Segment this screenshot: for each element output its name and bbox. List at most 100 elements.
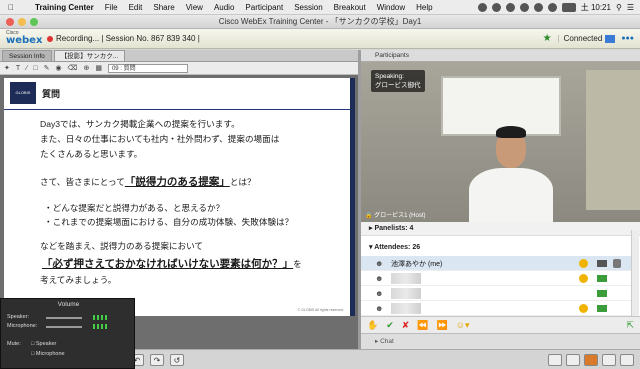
zoom-window-button[interactable]	[30, 18, 38, 26]
volume-icon[interactable]	[547, 2, 557, 12]
list-scrollbar[interactable]	[631, 230, 639, 316]
emoticon-menu-icon[interactable]: ☺▾	[456, 320, 470, 331]
search-icon[interactable]: ⚲	[616, 3, 622, 12]
menu-file[interactable]: File	[105, 3, 118, 12]
zoom-icon[interactable]: ⊕	[83, 64, 89, 72]
video-camera-icon[interactable]	[597, 260, 607, 267]
yes-check-icon[interactable]: ✔	[386, 320, 394, 331]
tray-timer-icon[interactable]	[505, 2, 515, 12]
sync-display-button[interactable]: ↺	[170, 353, 184, 366]
battery-icon[interactable]	[561, 2, 576, 12]
blurred-name	[391, 303, 421, 314]
speaker-level-bar	[105, 315, 107, 320]
menu-participant[interactable]: Participant	[245, 3, 283, 12]
qa-panel-button[interactable]	[602, 354, 616, 366]
close-window-button[interactable]	[6, 18, 14, 26]
tab-presentation[interactable]: 【投影】サンカク...	[53, 50, 126, 61]
tray-circle-icon[interactable]	[491, 2, 501, 12]
slide-line-7: 考えてみましょう。	[40, 275, 117, 285]
panel-options-button[interactable]	[620, 354, 634, 366]
line-tool-icon[interactable]: ∕	[26, 65, 27, 72]
next-slide-button[interactable]: ↷	[150, 353, 164, 366]
participants-panel-button[interactable]	[548, 354, 562, 366]
speaking-label: Speaking:	[375, 73, 404, 80]
fit-page-icon[interactable]: ▦	[95, 64, 102, 72]
volume-title: Volume	[57, 301, 80, 308]
microphone-level-bar	[105, 324, 107, 329]
microphone-level-bar	[97, 324, 99, 329]
raise-hand-icon[interactable]: ✋	[367, 320, 378, 331]
menubar-clock[interactable]: 土 10:21	[581, 2, 611, 13]
volume-panel: Volume Speaker: Microphone: Mute: □ Spea…	[0, 298, 135, 369]
cisco-logo-icon: ●●●	[621, 35, 634, 42]
slide-line-3: たくさんあると思います。	[40, 149, 143, 159]
mute-speaker-label: Speaker	[35, 341, 57, 347]
menu-breakout[interactable]: Breakout	[334, 3, 366, 12]
menu-session[interactable]: Session	[294, 3, 322, 12]
no-cross-icon[interactable]: ✘	[402, 320, 410, 331]
list-item[interactable]: ☻	[361, 301, 631, 316]
app-menu[interactable]: Training Center	[35, 3, 94, 12]
faster-icon[interactable]: ⏩	[437, 320, 448, 331]
video-camera-icon[interactable]	[597, 290, 607, 297]
rectangle-tool-icon[interactable]: □	[33, 65, 37, 72]
text-tool-icon[interactable]: T	[16, 65, 20, 72]
menu-edit[interactable]: Edit	[129, 3, 143, 12]
tab-session-info[interactable]: Session Info	[2, 50, 52, 61]
annotation-toolbar: ✦ T ∕ □ ✎ ◉ ⌫ ⊕ ▦ 09 : 質問	[0, 62, 358, 75]
runner-icon[interactable]: ★	[543, 33, 552, 44]
list-item[interactable]: ☻ 池澤あやか (me)	[361, 256, 631, 271]
tray-info-icon[interactable]	[477, 2, 487, 12]
menu-help[interactable]: Help	[416, 3, 432, 12]
color-picker-icon[interactable]: ◉	[55, 64, 61, 72]
chat-panel-header[interactable]: ▸ Chat	[361, 333, 640, 349]
mute-speaker-checkbox[interactable]: □ Speaker	[31, 341, 56, 347]
microphone-label: Microphone:	[7, 323, 38, 329]
slide-line-5: などを踏まえ、説得力のある提案において	[40, 241, 204, 251]
menu-audio[interactable]: Audio	[214, 3, 234, 12]
mute-microphone-checkbox[interactable]: □ Microphone	[31, 351, 65, 357]
slide-line-6b: を	[293, 259, 302, 269]
pointer-icon[interactable]: ✦	[4, 64, 10, 72]
host-name: グロービス1 (Host)	[374, 213, 426, 219]
list-icon[interactable]: ☰	[627, 3, 634, 12]
video-camera-icon[interactable]	[597, 275, 607, 282]
attendees-group[interactable]: ▾ Attendees: 26	[361, 236, 640, 256]
slide-line-4a: さて、皆さまにとって	[40, 177, 125, 187]
slide-selector[interactable]: 09 : 質問	[107, 63, 188, 73]
slide-title: 質問	[42, 89, 61, 99]
mute-microphone-label: Microphone	[35, 351, 65, 357]
video-camera-icon[interactable]	[597, 305, 607, 312]
connected-status[interactable]: Connected	[564, 34, 603, 43]
wifi-icon[interactable]	[533, 2, 543, 12]
menu-view[interactable]: View	[186, 3, 203, 12]
bluetooth-icon[interactable]	[519, 2, 529, 12]
apple-menu-icon[interactable]: 	[8, 3, 14, 12]
minimize-window-button[interactable]	[18, 18, 26, 26]
active-speaker-video[interactable]: Speaking: グロービス御代 🔒 グロービス1 (Host)	[361, 62, 640, 222]
chat-label: Chat	[380, 338, 394, 345]
notes-panel-button[interactable]	[584, 354, 598, 366]
logo-webex-text: webex	[6, 34, 43, 46]
microphone-volume-slider[interactable]	[46, 326, 82, 328]
slower-icon[interactable]: ⏪	[417, 320, 428, 331]
chat-panel-button[interactable]	[566, 354, 580, 366]
slide-highlight-1: 「説得力のある提案」	[124, 176, 230, 188]
highlighter-icon[interactable]: ✎	[44, 64, 50, 72]
eraser-icon[interactable]: ⌫	[68, 64, 78, 72]
participants-panel-header[interactable]: Participants	[361, 50, 640, 62]
slide-line-1: Day3では、サンカク掲載企業への提案を行います。	[40, 119, 240, 129]
speaker-level-bar	[97, 315, 99, 320]
panelists-group[interactable]: ▸ Panelists: 4	[361, 222, 640, 236]
presentation-slide: GLOBIS 質問 Day3では、サンカク掲載企業への提案を行います。 また、日…	[4, 78, 350, 316]
slide-header: GLOBIS 質問	[4, 78, 350, 110]
speaker-volume-slider[interactable]	[46, 317, 82, 319]
menu-share[interactable]: Share	[153, 3, 174, 12]
expand-icon[interactable]: ⇱	[626, 320, 634, 331]
microphone-icon[interactable]	[613, 259, 621, 268]
list-item[interactable]: ☻	[361, 286, 631, 301]
attendee-icon: ☻	[375, 274, 384, 283]
webex-logo: Cisco webex	[4, 29, 44, 49]
list-item[interactable]: ☻	[361, 271, 631, 286]
menu-window[interactable]: Window	[377, 3, 405, 12]
